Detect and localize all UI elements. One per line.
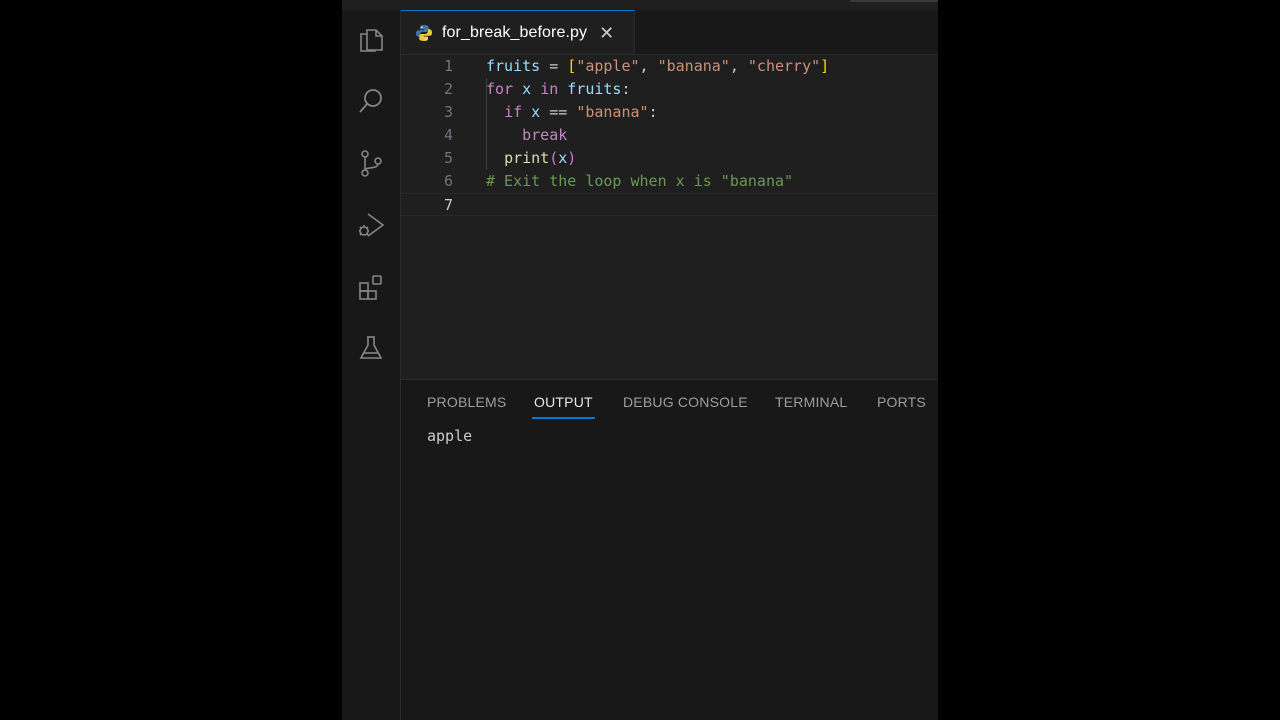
code-token: fruits [567,80,622,98]
python-icon [416,24,432,41]
code-line[interactable]: 6 # Exit the loop when x is "banana" [401,170,938,193]
code-token: ) [567,149,577,167]
code-token: = [540,57,568,75]
code-token: ( [549,149,559,167]
code-token: x [522,80,532,98]
active-tab-indicator [532,417,595,419]
tab-output[interactable]: OUTPUT [534,394,593,410]
bottom-panel: PROBLEMS OUTPUT DEBUG CONSOLE TERMINAL P… [401,379,938,720]
code-token: "cherry" [747,57,821,75]
line-number: 6 [443,172,453,190]
source-control-button[interactable] [342,139,400,187]
code-token: ] [820,57,830,75]
run-debug-button[interactable] [342,201,400,249]
line-number: 4 [443,126,453,144]
code-line[interactable]: 4 break [401,124,938,147]
code-line[interactable]: 2 for x in fruits: [401,78,938,101]
line-text: print(x) [486,147,576,170]
line-number: 5 [443,149,453,167]
code-line[interactable]: 1 fruits = ["apple", "banana", "cherry"] [401,55,938,78]
explorer-button[interactable] [342,16,400,64]
line-text: for x in fruits: [486,78,631,101]
indent-guide [486,78,487,170]
code-token: "banana" [657,57,730,75]
search-icon [359,89,382,113]
extensions-button[interactable] [342,263,400,311]
run-debug-icon [359,213,385,237]
vscode-window: for_break_before.py ✕ 1 fruits = ["apple"… [342,0,938,720]
code-line[interactable]: 7 [401,193,938,216]
line-number: 7 [443,196,453,214]
code-token: == [540,103,577,121]
line-text: fruits = ["apple", "banana", "cherry"] [486,55,829,78]
code-token: : [648,103,658,121]
editor-area: for_break_before.py ✕ 1 fruits = ["apple"… [401,10,938,379]
code-token: for [486,80,514,98]
code-token: in [540,80,559,98]
code-token: print [504,149,550,167]
code-token: if [504,103,523,121]
testing-icon [359,336,383,359]
code-token: # Exit the loop when x is "banana" [486,172,794,190]
line-number: 3 [443,103,453,121]
code-token: break [522,126,568,144]
code-token: x [558,149,568,167]
search-button[interactable] [342,77,400,125]
command-center[interactable] [850,0,938,2]
extensions-icon [359,275,382,300]
tab-file-name: for_break_before.py [442,23,588,41]
code-token: "banana" [576,103,649,121]
editor-tab-bar: for_break_before.py ✕ [401,10,938,55]
testing-button[interactable] [342,324,400,372]
tab-debug-console[interactable]: DEBUG CONSOLE [623,394,748,410]
code-token: , [639,57,658,75]
tab-problems[interactable]: PROBLEMS [427,394,506,410]
output-text: apple [427,427,473,445]
code-token: "apple" [576,57,640,75]
explorer-icon [360,29,383,52]
code-line[interactable]: 5 print(x) [401,147,938,170]
line-text: if x == "banana": [486,101,658,124]
line-number: 2 [443,80,453,98]
line-text: break [486,124,567,147]
code-token: , [729,57,748,75]
code-line[interactable]: 3 if x == "banana": [401,101,938,124]
panel-tabs: PROBLEMS OUTPUT DEBUG CONSOLE TERMINAL P… [401,380,938,424]
source-control-icon [361,150,382,177]
close-icon[interactable]: ✕ [599,24,614,42]
editor-tab[interactable]: for_break_before.py ✕ [401,10,635,54]
code-token: x [531,103,541,121]
code-token: [ [567,57,577,75]
line-number: 1 [443,57,453,75]
code-token: : [621,80,631,98]
tab-ports[interactable]: PORTS [877,394,926,410]
code-token: fruits [486,57,541,75]
tab-terminal[interactable]: TERMINAL [775,394,847,410]
activity-bar [342,10,401,720]
line-text: # Exit the loop when x is "banana" [486,170,793,193]
